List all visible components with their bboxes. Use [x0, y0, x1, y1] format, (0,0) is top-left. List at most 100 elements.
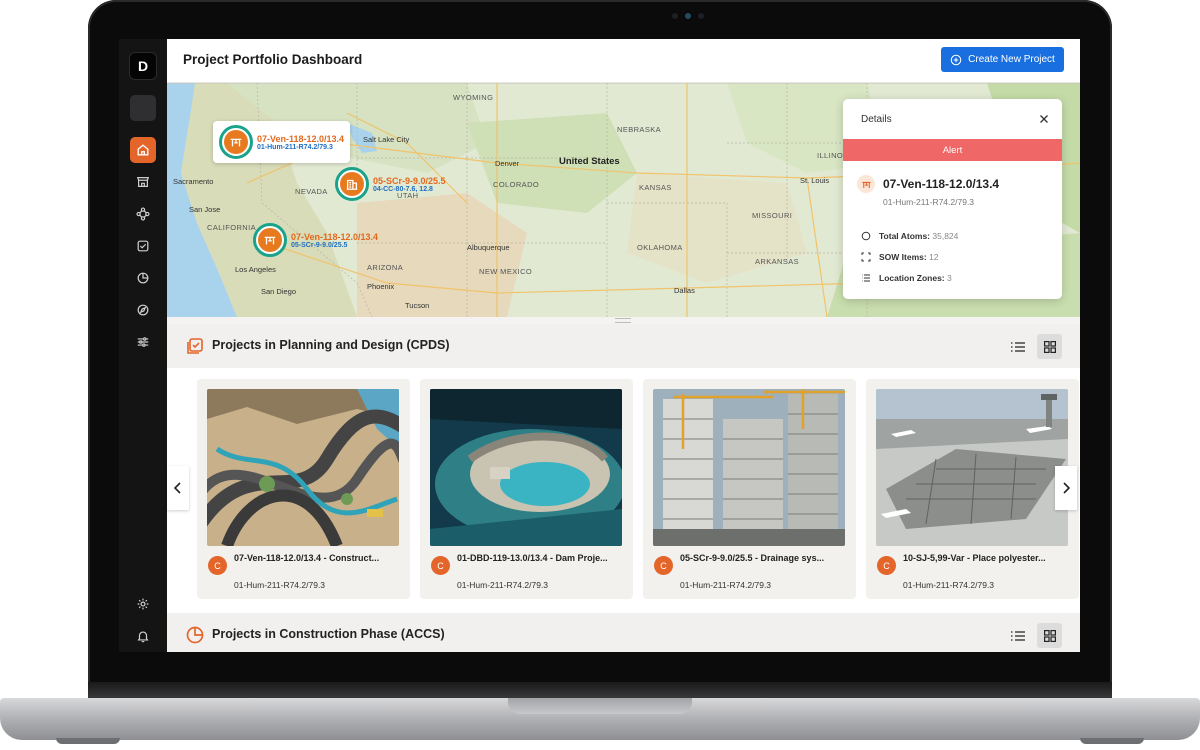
sidebar-item-checklist[interactable] — [130, 233, 156, 259]
stat-label: Location Zones: — [879, 272, 945, 283]
nodes-icon — [136, 207, 150, 221]
alert-banner: Alert — [843, 139, 1062, 161]
sidebar-item-nodes[interactable] — [130, 201, 156, 227]
home-icon — [137, 144, 149, 156]
stat-label: SOW Items: — [879, 251, 927, 262]
card-subtitle: 01-Hum-211-R74.2/79.3 — [234, 580, 326, 590]
details-stats: Total Atoms: 35,824 SOW Items: 12 Locati… — [843, 207, 1062, 288]
card-title: 10-SJ-5,99-Var - Place polyester... — [903, 553, 1046, 563]
map-resize-handle[interactable] — [615, 318, 631, 323]
marker-pin — [253, 223, 287, 257]
create-project-label: Create New Project — [968, 54, 1055, 65]
map-city: Tucson — [405, 301, 430, 310]
sidebar-item-home[interactable] — [130, 137, 156, 163]
details-title-row: 07-Ven-118-12.0/13.4 — [843, 161, 1062, 193]
stat-label: Total Atoms: — [879, 230, 930, 241]
card-status-badge: C — [654, 556, 673, 575]
map-region-label: MISSOURI — [752, 211, 793, 220]
marker-subtitle: 01-Hum-211-R74.2/79.3 — [257, 143, 333, 151]
map-region-label: ARKANSAS — [755, 257, 800, 266]
stat-total-atoms: Total Atoms: 35,824 — [861, 225, 1062, 246]
bridge-icon — [264, 236, 276, 245]
carousel-prev-button[interactable] — [167, 466, 189, 510]
map-region-label: NEVADA — [295, 187, 328, 196]
plus-circle-icon — [950, 54, 962, 65]
project-card[interactable]: C 10-SJ-5,99-Var - Place polyester... 01… — [866, 379, 1079, 599]
details-header: Details — [843, 99, 1062, 139]
bell-icon — [137, 631, 149, 643]
sidebar-item-filters[interactable] — [130, 329, 156, 355]
checklist-icon — [137, 240, 149, 252]
map-region-label: CALIFORNIA — [207, 223, 257, 232]
list-view-button[interactable] — [1005, 623, 1030, 648]
laptop-foot — [56, 738, 120, 744]
map-city: Salt Lake City — [363, 135, 410, 144]
map-marker[interactable]: 07-Ven-118-12.0/13.4 01-Hum-211-R74.2/79… — [213, 121, 351, 163]
marker-text: 07-Ven-118-12.0/13.4 05-SCr-9-9.0/25.5 — [291, 232, 378, 249]
app-logo[interactable]: D — [130, 53, 156, 79]
project-card[interactable]: C 05-SCr-9-9.0/25.5 - Drainage sys... 01… — [643, 379, 856, 599]
sidebar-item-reports[interactable] — [130, 265, 156, 291]
map-city: San Diego — [261, 287, 297, 296]
sidebar-item-settings[interactable] — [130, 591, 156, 617]
map-city: Denver — [495, 159, 520, 168]
details-header-label: Details — [861, 113, 892, 125]
card-title: 05-SCr-9-9.0/25.5 - Drainage sys... — [680, 553, 825, 563]
store-icon — [136, 177, 150, 187]
project-image-construction — [653, 389, 845, 546]
card-title: 07-Ven-118-12.0/13.4 - Construct... — [234, 553, 380, 563]
grid-view-button[interactable] — [1037, 334, 1062, 359]
project-card[interactable]: C 01-DBD-119-13.0/13.4 - Dam Proje... 01… — [420, 379, 633, 599]
page-title: Project Portfolio Dashboard — [183, 52, 363, 67]
map-marker[interactable]: 07-Ven-118-12.0/13.4 05-SCr-9-9.0/25.5 — [253, 223, 378, 257]
chevron-right-icon — [1063, 482, 1070, 494]
project-carousel: C 07-Ven-118-12.0/13.4 - Construct... 01… — [167, 368, 1080, 614]
create-project-button[interactable]: Create New Project — [941, 47, 1064, 72]
sliders-icon — [137, 337, 149, 347]
section-accs-header: Projects in Construction Phase (ACCS) — [167, 613, 1080, 652]
sidebar: D — [119, 39, 167, 652]
project-image-highway — [207, 389, 399, 546]
grid-view-button[interactable] — [1037, 623, 1062, 648]
marker-title: 07-Ven-118-12.0/13.4 — [257, 133, 345, 144]
section-cpds-header: Projects in Planning and Design (CPDS) — [167, 324, 1080, 368]
map-marker[interactable]: 05-SCr-9-9.0/25.5 04-CC-80-7.6, 12.8 — [335, 167, 446, 201]
stat-location-zones: Location Zones: 3 — [861, 267, 1062, 288]
details-project-icon — [857, 175, 875, 193]
list-view-button[interactable] — [1005, 334, 1030, 359]
laptop-notch — [508, 698, 692, 714]
scan-icon — [861, 252, 871, 261]
map-city: Dallas — [674, 286, 695, 295]
marker-subtitle: 05-SCr-9-9.0/25.5 — [291, 241, 348, 249]
laptop-foot — [1080, 738, 1144, 744]
sidebar-item-notifications[interactable] — [130, 623, 156, 649]
card-subtitle: 01-Hum-211-R74.2/79.3 — [457, 580, 549, 590]
map-city: Phoenix — [367, 282, 395, 291]
close-icon[interactable] — [1039, 114, 1049, 124]
gear-icon — [137, 598, 149, 610]
marker-title: 05-SCr-9-9.0/25.5 — [373, 175, 446, 186]
project-card[interactable]: C 07-Ven-118-12.0/13.4 - Construct... 01… — [197, 379, 410, 599]
pie-chart-icon — [186, 626, 204, 644]
map-city: Los Angeles — [235, 265, 276, 274]
details-subtitle: 01-Hum-211-R74.2/79.3 — [883, 197, 975, 207]
grid-icon — [1043, 340, 1056, 353]
map-city: St. Louis — [800, 176, 830, 185]
grid-icon — [1043, 629, 1056, 642]
card-title: 01-DBD-119-13.0/13.4 - Dam Proje... — [457, 553, 608, 563]
carousel-next-button[interactable] — [1055, 466, 1077, 510]
list-icon — [862, 274, 870, 281]
sidebar-item-store[interactable] — [130, 169, 156, 195]
marker-pin — [219, 125, 253, 159]
map-city: Albuquerque — [467, 243, 510, 252]
map-region-label: ARIZONA — [367, 263, 404, 272]
list-icon — [1010, 341, 1025, 352]
section-title: Projects in Planning and Design (CPDS) — [212, 338, 450, 352]
workspace-avatar[interactable] — [130, 95, 156, 121]
marker-text: 07-Ven-118-12.0/13.4 01-Hum-211-R74.2/79… — [257, 134, 344, 151]
project-map[interactable]: WYOMING NEBRASKA COLORADO KANSAS NEW MEX… — [167, 83, 1080, 317]
marker-pin — [335, 167, 369, 201]
map-city: Sacramento — [173, 177, 214, 186]
stat-value: 3 — [947, 272, 952, 283]
sidebar-item-explore[interactable] — [130, 297, 156, 323]
